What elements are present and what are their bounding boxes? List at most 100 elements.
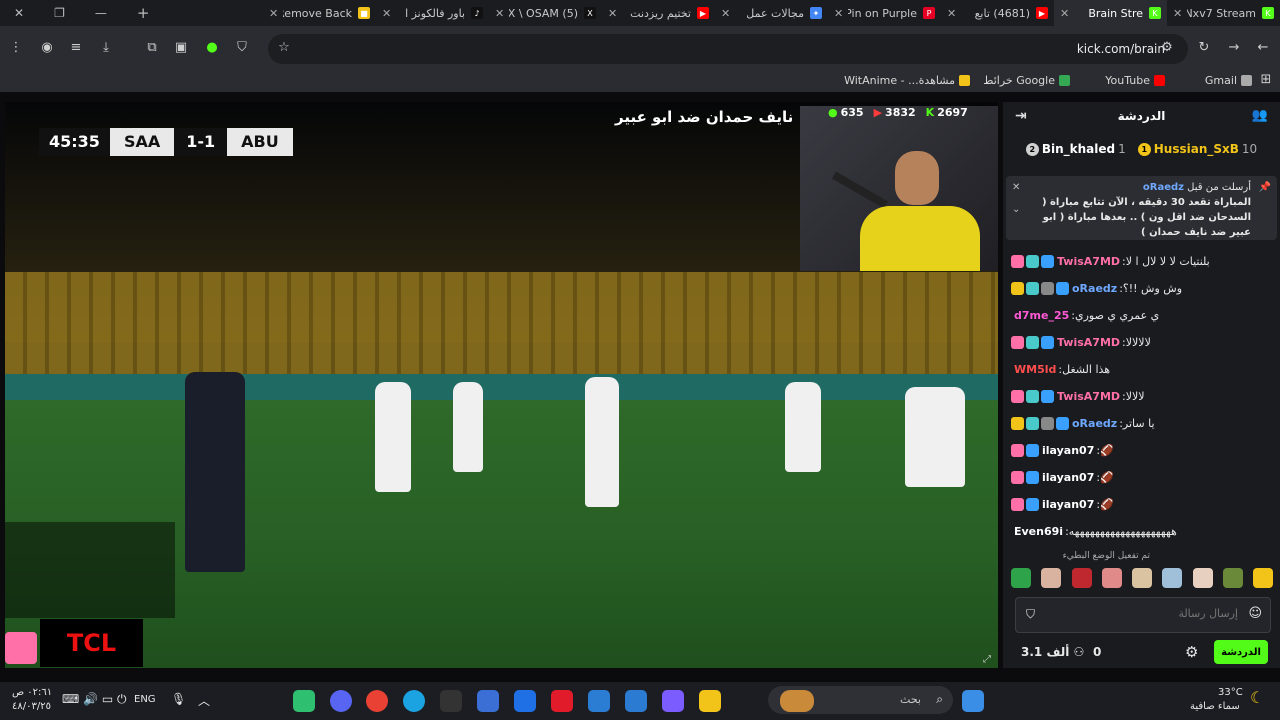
- site-settings-icon[interactable]: ⚙: [1158, 40, 1176, 56]
- chat-message[interactable]: ilayan07: 🏈: [1011, 437, 1273, 464]
- settings-gear-icon[interactable]: ⚙: [1185, 643, 1198, 661]
- chat-message[interactable]: WM5ld: هذا الشغل: [1011, 356, 1273, 383]
- close-tab-icon[interactable]: ✕: [1060, 7, 1069, 20]
- bookmark-item[interactable]: Google خرائط: [983, 74, 1070, 87]
- reading-list-icon[interactable]: ≡: [67, 40, 85, 56]
- chat-username[interactable]: ilayan07: [1042, 471, 1094, 484]
- epic-games-icon[interactable]: [440, 690, 462, 712]
- outlook-icon[interactable]: [588, 690, 610, 712]
- apps-grid-icon[interactable]: ⊞: [1257, 72, 1275, 88]
- chat-username[interactable]: TwisA7MD: [1057, 390, 1120, 403]
- close-tab-icon[interactable]: ✕: [1173, 7, 1182, 20]
- chat-username[interactable]: Even69i: [1014, 525, 1063, 538]
- unpin-icon[interactable]: ✕: [1012, 180, 1020, 195]
- emote-icon[interactable]: [1101, 568, 1122, 588]
- weather-temp[interactable]: 33°C: [1218, 687, 1243, 698]
- download-icon[interactable]: ⤓: [97, 40, 115, 56]
- chat-message-input[interactable]: [1056, 606, 1240, 621]
- system-tray-icons[interactable]: ⌨ 🔊 ▭ ⏻: [62, 692, 127, 707]
- windows-start-icon[interactable]: [962, 690, 984, 712]
- bookmark-item[interactable]: YouTube: [1105, 74, 1165, 87]
- close-tab-icon[interactable]: ✕: [495, 7, 504, 20]
- dropbox-icon[interactable]: [514, 690, 536, 712]
- shield-icon[interactable]: ⛉: [233, 40, 251, 56]
- chat-message[interactable]: TwisA7MD: بلنتيات لا لا لال ا لا: [1011, 248, 1273, 275]
- clock-time[interactable]: ٠٢:٦١ ص: [12, 687, 52, 698]
- address-bar[interactable]: [268, 34, 1188, 64]
- close-tab-icon[interactable]: ✕: [947, 7, 956, 20]
- leaderboard-entry[interactable]: 1 Hussian_SxB 10: [1137, 142, 1257, 156]
- close-tab-icon[interactable]: ✕: [721, 7, 730, 20]
- show-hidden-icons[interactable]: ︿: [198, 692, 210, 709]
- chat-message[interactable]: oRaedz: يا ساتر: [1011, 410, 1273, 437]
- maximize-window-icon[interactable]: ❐: [54, 6, 65, 20]
- leaderboard-entry[interactable]: 2 Bin_khaled 1: [1025, 142, 1126, 156]
- tab[interactable]: K Nxv7 Stream ✕: [1167, 0, 1280, 26]
- menu-icon[interactable]: ⋮: [7, 40, 25, 56]
- edge-icon[interactable]: [403, 690, 425, 712]
- emote-icon[interactable]: [1071, 568, 1092, 588]
- app-icon-green[interactable]: [293, 690, 315, 712]
- emote-icon[interactable]: [1192, 568, 1213, 588]
- tab[interactable]: K Brain Stre ✕: [1054, 0, 1167, 26]
- tab[interactable]: P Pin on Purple ✕: [828, 0, 941, 26]
- video-player[interactable]: 45:35 SAA 1-1 ABU نايف حمدان ضد ابو عبير…: [5, 102, 998, 668]
- close-tab-icon[interactable]: ✕: [269, 7, 278, 20]
- emote-icon[interactable]: [1162, 568, 1183, 588]
- back-icon[interactable]: ←: [1254, 40, 1272, 56]
- emote-icon[interactable]: [1132, 568, 1152, 588]
- tab[interactable]: ▶ (4681) تابع ✕: [941, 0, 1054, 26]
- chat-username[interactable]: TwisA7MD: [1057, 336, 1120, 349]
- emote-icon[interactable]: [1041, 568, 1062, 588]
- chat-message[interactable]: d7me_25: ي عمري ي صوري: [1011, 302, 1273, 329]
- tab[interactable]: X (5) X \ OSAM ✕: [489, 0, 602, 26]
- emote-icon[interactable]: [1222, 568, 1243, 588]
- chat-message[interactable]: TwisA7MD: لالالا: [1011, 383, 1273, 410]
- extension-badge-icon[interactable]: ●: [203, 40, 221, 56]
- chat-message[interactable]: ilayan07: 🏈: [1011, 491, 1273, 518]
- emote-icon[interactable]: [1011, 568, 1031, 588]
- chrome-icon[interactable]: [366, 690, 388, 712]
- app-icon-blue[interactable]: [477, 690, 499, 712]
- new-tab-button[interactable]: +: [137, 4, 150, 22]
- bookmark-star-icon[interactable]: ☆: [275, 40, 293, 56]
- keyboard-language[interactable]: ENG: [134, 694, 156, 705]
- clock-date[interactable]: ٤٨/٠٣/٢٥: [12, 701, 51, 712]
- store-icon[interactable]: [625, 690, 647, 712]
- emoji-icon[interactable]: ☺: [1248, 606, 1262, 621]
- emote-icon[interactable]: [1253, 568, 1273, 588]
- copilot-icon[interactable]: [662, 690, 684, 712]
- widgets-icon[interactable]: [780, 690, 814, 712]
- expand-pinned-icon[interactable]: ⌄: [1012, 202, 1020, 217]
- chat-message[interactable]: oRaedz: وش وش !!؟: [1011, 275, 1273, 302]
- chat-message[interactable]: Even69i: ههههههههههههههههههههه: [1011, 518, 1273, 545]
- tab[interactable]: ♪ باور فالكونز ا ✕: [376, 0, 489, 26]
- reload-icon[interactable]: ↻: [1195, 40, 1213, 56]
- chat-message[interactable]: TwisA7MD: لالالالا: [1011, 329, 1273, 356]
- tab[interactable]: ■ Remove Back ✕: [263, 0, 376, 26]
- bookmark-item[interactable]: Gmail: [1205, 74, 1252, 87]
- tab[interactable]: ▶ تختيم ريزدنت ✕: [602, 0, 715, 26]
- extension-icon[interactable]: ▣: [172, 40, 190, 56]
- chat-username[interactable]: ilayan07: [1042, 444, 1094, 457]
- tab[interactable]: ✦ مجالات عمل ✕: [715, 0, 828, 26]
- chat-username[interactable]: oRaedz: [1072, 417, 1117, 430]
- users-icon[interactable]: 👥: [1252, 102, 1268, 130]
- chat-input-box[interactable]: ⛉ ☺: [1015, 597, 1271, 633]
- chat-username[interactable]: ilayan07: [1042, 498, 1094, 511]
- extensions-icon[interactable]: ⧉: [143, 40, 161, 56]
- send-chat-button[interactable]: الدردشة: [1214, 640, 1268, 664]
- bookmark-item[interactable]: مشاهدة... - WitAnime: [844, 74, 970, 87]
- collapse-chat-icon[interactable]: ⇥: [1015, 102, 1027, 130]
- forward-icon[interactable]: →: [1225, 40, 1243, 56]
- close-tab-icon[interactable]: ✕: [608, 7, 617, 20]
- chat-username[interactable]: oRaedz: [1072, 282, 1117, 295]
- close-tab-icon[interactable]: ✕: [382, 7, 391, 20]
- chat-username[interactable]: d7me_25: [1014, 309, 1069, 322]
- close-tab-icon[interactable]: ✕: [834, 7, 843, 20]
- microphone-icon[interactable]: 🎙: [171, 692, 186, 706]
- app-icon-red[interactable]: [551, 690, 573, 712]
- profile-avatar[interactable]: ◉: [38, 40, 56, 56]
- discord-icon[interactable]: [330, 690, 352, 712]
- file-explorer-icon[interactable]: [699, 690, 721, 712]
